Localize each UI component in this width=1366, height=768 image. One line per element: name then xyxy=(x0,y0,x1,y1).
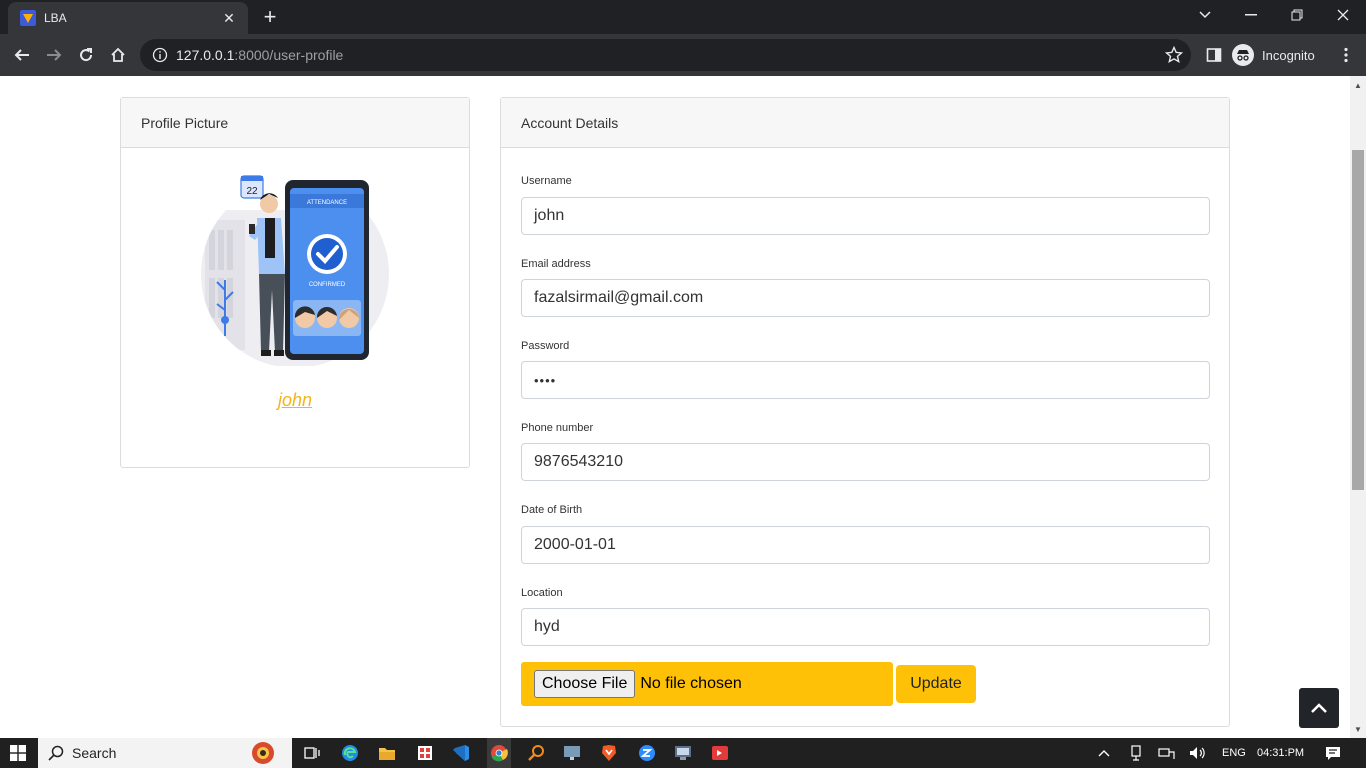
username-input[interactable]: john xyxy=(521,197,1210,235)
remote-desktop-icon[interactable] xyxy=(562,743,582,763)
profile-picture-card: Profile Picture 22 ATTENDANCE CONFIRMED … xyxy=(120,97,470,468)
reload-icon[interactable] xyxy=(72,41,100,69)
scroll-down-arrow-icon[interactable]: ▼ xyxy=(1354,726,1362,734)
profile-picture-file-input[interactable]: Choose File No file chosen xyxy=(521,662,893,706)
back-icon[interactable] xyxy=(8,41,36,69)
username-label: Username xyxy=(521,175,572,187)
search-icon xyxy=(48,745,64,761)
taskbar-search-text: Search xyxy=(72,745,117,761)
account-details-card: Account Details Username john Email addr… xyxy=(500,97,1230,727)
tray-chevron-up-icon[interactable] xyxy=(1094,743,1114,763)
forward-icon[interactable] xyxy=(40,41,68,69)
taskbar-search-box[interactable]: Search xyxy=(38,738,292,768)
search-app-icon[interactable] xyxy=(526,743,546,763)
url-path: :8000/user-profile xyxy=(234,47,344,63)
menu-kebab-icon[interactable] xyxy=(1332,41,1360,69)
profile-avatar-illustration: 22 ATTENDANCE CONFIRMED xyxy=(199,170,391,368)
browser-tab[interactable]: LBA ✕ xyxy=(8,2,248,34)
site-info-icon[interactable] xyxy=(152,47,168,63)
file-explorer-icon[interactable] xyxy=(377,743,397,763)
page-scrollbar[interactable]: ▲ ▼ xyxy=(1350,76,1366,738)
attendance-title-text: ATTENDANCE xyxy=(307,200,347,206)
tab-title: LBA xyxy=(44,11,67,25)
scrollbar-thumb[interactable] xyxy=(1352,150,1364,490)
browser-toolbar: 127.0.0.1:8000/user-profile Incognito xyxy=(0,34,1366,76)
screen-capture-icon[interactable] xyxy=(673,743,693,763)
tab-close-icon[interactable]: ✕ xyxy=(220,10,238,27)
calendar-day-text: 22 xyxy=(246,186,258,197)
password-label: Password xyxy=(521,340,570,352)
account-details-header: Account Details xyxy=(501,98,1229,148)
tab-search-icon[interactable] xyxy=(1182,0,1228,30)
clock-time[interactable]: 04:31:PM xyxy=(1257,738,1304,768)
volume-icon[interactable] xyxy=(1188,743,1208,763)
email-input[interactable]: fazalsirmail@gmail.com xyxy=(521,279,1210,317)
back-to-top-button[interactable] xyxy=(1299,688,1339,728)
dob-input[interactable]: 2000-01-01 xyxy=(521,526,1210,564)
tray-device-icon[interactable] xyxy=(1126,743,1146,763)
browser-tab-strip: LBA ✕ + xyxy=(0,0,1366,34)
brave-browser-icon[interactable] xyxy=(599,743,619,763)
phone-label: Phone number xyxy=(521,422,594,434)
recorder-app-icon[interactable] xyxy=(710,743,730,763)
address-bar[interactable]: 127.0.0.1:8000/user-profile xyxy=(140,39,1191,71)
page-content: Profile Picture 22 ATTENDANCE CONFIRMED … xyxy=(0,76,1350,738)
new-tab-icon[interactable]: + xyxy=(258,5,282,29)
search-highlight-icon xyxy=(246,739,280,768)
minimize-icon[interactable] xyxy=(1228,0,1274,30)
notifications-icon[interactable] xyxy=(1323,743,1343,763)
profile-username-link[interactable]: john xyxy=(121,390,469,411)
profile-picture-header: Profile Picture xyxy=(121,98,469,148)
language-indicator[interactable]: ENG xyxy=(1222,738,1246,768)
confirmed-status-text: CONFIRMED xyxy=(309,282,346,288)
site-favicon-icon xyxy=(20,10,36,26)
update-button[interactable]: Update xyxy=(896,665,976,703)
windows-taskbar: Search ENG 04:31:PM xyxy=(0,738,1366,768)
chrome-taskbar-icon[interactable] xyxy=(487,738,511,768)
password-input[interactable]: •••• xyxy=(521,361,1210,399)
windows-start-icon[interactable] xyxy=(0,738,36,768)
scroll-up-arrow-icon[interactable]: ▲ xyxy=(1354,82,1362,90)
location-label: Location xyxy=(521,587,563,599)
incognito-icon xyxy=(1232,44,1254,66)
vscode-icon[interactable] xyxy=(451,743,471,763)
chevron-up-icon xyxy=(1311,703,1327,713)
choose-file-button[interactable]: Choose File xyxy=(534,670,636,698)
file-status-text: No file chosen xyxy=(640,675,742,692)
location-input[interactable]: hyd xyxy=(521,608,1210,646)
task-view-icon[interactable] xyxy=(302,743,322,763)
edge-browser-icon[interactable] xyxy=(340,743,360,763)
url-host: 127.0.0.1 xyxy=(176,47,235,63)
restore-icon[interactable] xyxy=(1274,0,1320,30)
zoom-app-icon[interactable] xyxy=(637,743,657,763)
phone-input[interactable]: 9876543210 xyxy=(521,443,1210,481)
network-icon[interactable] xyxy=(1157,743,1177,763)
incognito-label: Incognito xyxy=(1262,47,1315,63)
dob-label: Date of Birth xyxy=(521,504,583,516)
store-app-icon[interactable] xyxy=(415,743,435,763)
incognito-indicator[interactable]: Incognito xyxy=(1232,40,1315,70)
close-window-icon[interactable] xyxy=(1320,0,1366,30)
email-label: Email address xyxy=(521,258,591,270)
home-icon[interactable] xyxy=(104,41,132,69)
side-panel-icon[interactable] xyxy=(1200,41,1228,69)
bookmark-star-icon[interactable] xyxy=(1164,45,1184,69)
